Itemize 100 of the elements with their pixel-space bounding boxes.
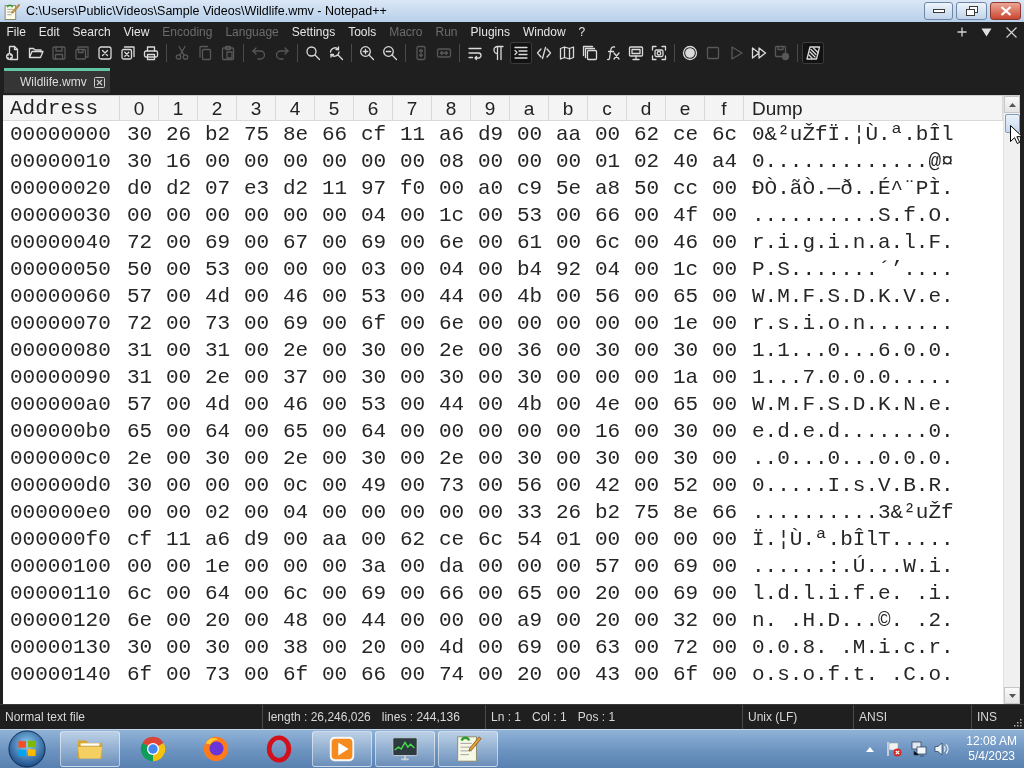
hex-byte: 00 <box>399 259 426 280</box>
resize-grip-icon[interactable] <box>1012 717 1022 727</box>
start-orb-icon[interactable] <box>8 730 46 768</box>
function-icon[interactable] <box>604 45 621 61</box>
close-icon[interactable] <box>93 76 105 88</box>
plus-icon[interactable] <box>957 27 967 37</box>
hex-byte: 00 <box>555 637 582 658</box>
menu-item[interactable]: Settings <box>285 22 342 42</box>
close-icon[interactable] <box>96 45 113 61</box>
row-address: 00000060 <box>10 286 111 307</box>
ascii-dump: ..........S.f.O. <box>752 205 954 226</box>
hex-byte: 20 <box>594 583 621 604</box>
hex-byte: 00 <box>243 259 270 280</box>
hex-byte: 00 <box>399 637 426 658</box>
hex-byte: 00 <box>516 151 543 172</box>
scrollbar-track[interactable] <box>1003 96 1020 704</box>
search-replace-icon[interactable] <box>327 45 344 61</box>
hex-byte: 97 <box>360 178 387 199</box>
record-icon[interactable] <box>681 45 698 61</box>
scroll-up-button[interactable] <box>1004 96 1020 113</box>
hex-byte: 00 <box>165 232 192 253</box>
hex-byte: 11 <box>321 178 348 199</box>
minimize-button[interactable] <box>924 2 953 20</box>
hex-byte: 00 <box>594 313 621 334</box>
hex-byte: 00 <box>477 205 504 226</box>
focus-camera-icon[interactable] <box>650 45 667 61</box>
fast-forward-icon[interactable] <box>750 45 767 61</box>
scroll-down-button[interactable] <box>1004 687 1020 704</box>
caret-up-icon[interactable] <box>866 746 875 752</box>
zoom-out-icon[interactable] <box>381 45 398 61</box>
file-tab[interactable]: Wildlife.wmv <box>4 68 110 93</box>
speaker-icon[interactable] <box>934 741 951 757</box>
hex-byte: 30 <box>516 448 543 469</box>
indent-guide-icon[interactable] <box>509 42 532 64</box>
hex-byte: 33 <box>516 502 543 523</box>
search-icon[interactable] <box>304 45 321 61</box>
hex-byte: 2e <box>126 448 153 469</box>
network-icon[interactable] <box>911 741 928 757</box>
hex-byte: 5e <box>555 178 582 199</box>
word-wrap-icon[interactable] <box>466 45 483 61</box>
code-icon[interactable] <box>535 45 552 61</box>
column-header: 4 <box>276 96 315 121</box>
hex-byte: 1e <box>672 313 699 334</box>
close-all-icon[interactable] <box>119 45 136 61</box>
hex-byte: 50 <box>126 259 153 280</box>
hex-byte: 00 <box>555 583 582 604</box>
pages-icon[interactable] <box>581 45 598 61</box>
hex-byte: 2e <box>282 448 309 469</box>
hex-byte: 00 <box>633 286 660 307</box>
hex-byte: 11 <box>399 124 426 145</box>
hex-byte: 2e <box>438 340 465 361</box>
menu-item[interactable]: Edit <box>32 22 67 42</box>
hex-byte: 00 <box>555 151 582 172</box>
restore-button[interactable] <box>956 2 987 20</box>
ascii-dump: Ï.¦Ù.ª.bÎlT..... <box>752 529 954 550</box>
folder-icon[interactable] <box>27 45 44 61</box>
ascii-dump: l.d.l.i.f.e. .i. <box>752 583 954 604</box>
ascii-dump: 0.............@¤ <box>752 151 954 172</box>
hex-byte: 00 <box>165 313 192 334</box>
hex-byte: 00 <box>711 529 738 550</box>
hex-byte: a0 <box>477 178 504 199</box>
row-address: 00000130 <box>10 637 111 658</box>
hex-byte: 00 <box>594 529 621 550</box>
hatched-icon[interactable] <box>801 42 824 64</box>
menu-item[interactable]: File <box>0 22 33 42</box>
monitor-icon[interactable] <box>627 45 644 61</box>
menu-item[interactable]: ? <box>572 22 592 42</box>
hex-byte: 00 <box>555 475 582 496</box>
menu-item[interactable]: Window <box>516 22 573 42</box>
hex-byte: 2e <box>204 367 231 388</box>
menu-item[interactable]: View <box>117 22 156 42</box>
menu-item[interactable]: Tools <box>341 22 383 42</box>
map-icon[interactable] <box>558 45 575 61</box>
hex-byte: 69 <box>516 637 543 658</box>
hex-byte: 00 <box>321 637 348 658</box>
hex-byte: a9 <box>516 610 543 631</box>
encoding-label: ANSI <box>859 709 887 726</box>
hex-byte: 30 <box>360 367 387 388</box>
hex-byte: 00 <box>321 664 348 685</box>
hex-byte: 30 <box>672 448 699 469</box>
new-file-icon[interactable] <box>4 45 21 61</box>
menu-item[interactable]: Plugins <box>464 22 517 42</box>
dropdown-triangle-icon[interactable] <box>981 27 992 37</box>
printer-icon[interactable] <box>142 45 159 61</box>
close-button[interactable] <box>990 2 1021 20</box>
row-address: 000000c0 <box>10 448 111 469</box>
close-icon[interactable] <box>1006 26 1017 38</box>
ascii-dump: 0.0.8. .M.i.c.r. <box>752 637 954 658</box>
row-address: 00000020 <box>10 178 111 199</box>
hex-byte: 16 <box>594 421 621 442</box>
zoom-in-icon[interactable] <box>358 45 375 61</box>
hex-byte: 20 <box>360 637 387 658</box>
hex-byte: 65 <box>672 394 699 415</box>
flag-warning-icon[interactable] <box>886 741 903 757</box>
menu-item[interactable]: Search <box>66 22 118 42</box>
hex-byte: a6 <box>438 124 465 145</box>
hex-byte: 00 <box>711 394 738 415</box>
taskbar-button[interactable] <box>374 731 435 767</box>
cursor-line: Ln : 1 <box>491 709 522 726</box>
hex-byte: 66 <box>360 664 387 685</box>
